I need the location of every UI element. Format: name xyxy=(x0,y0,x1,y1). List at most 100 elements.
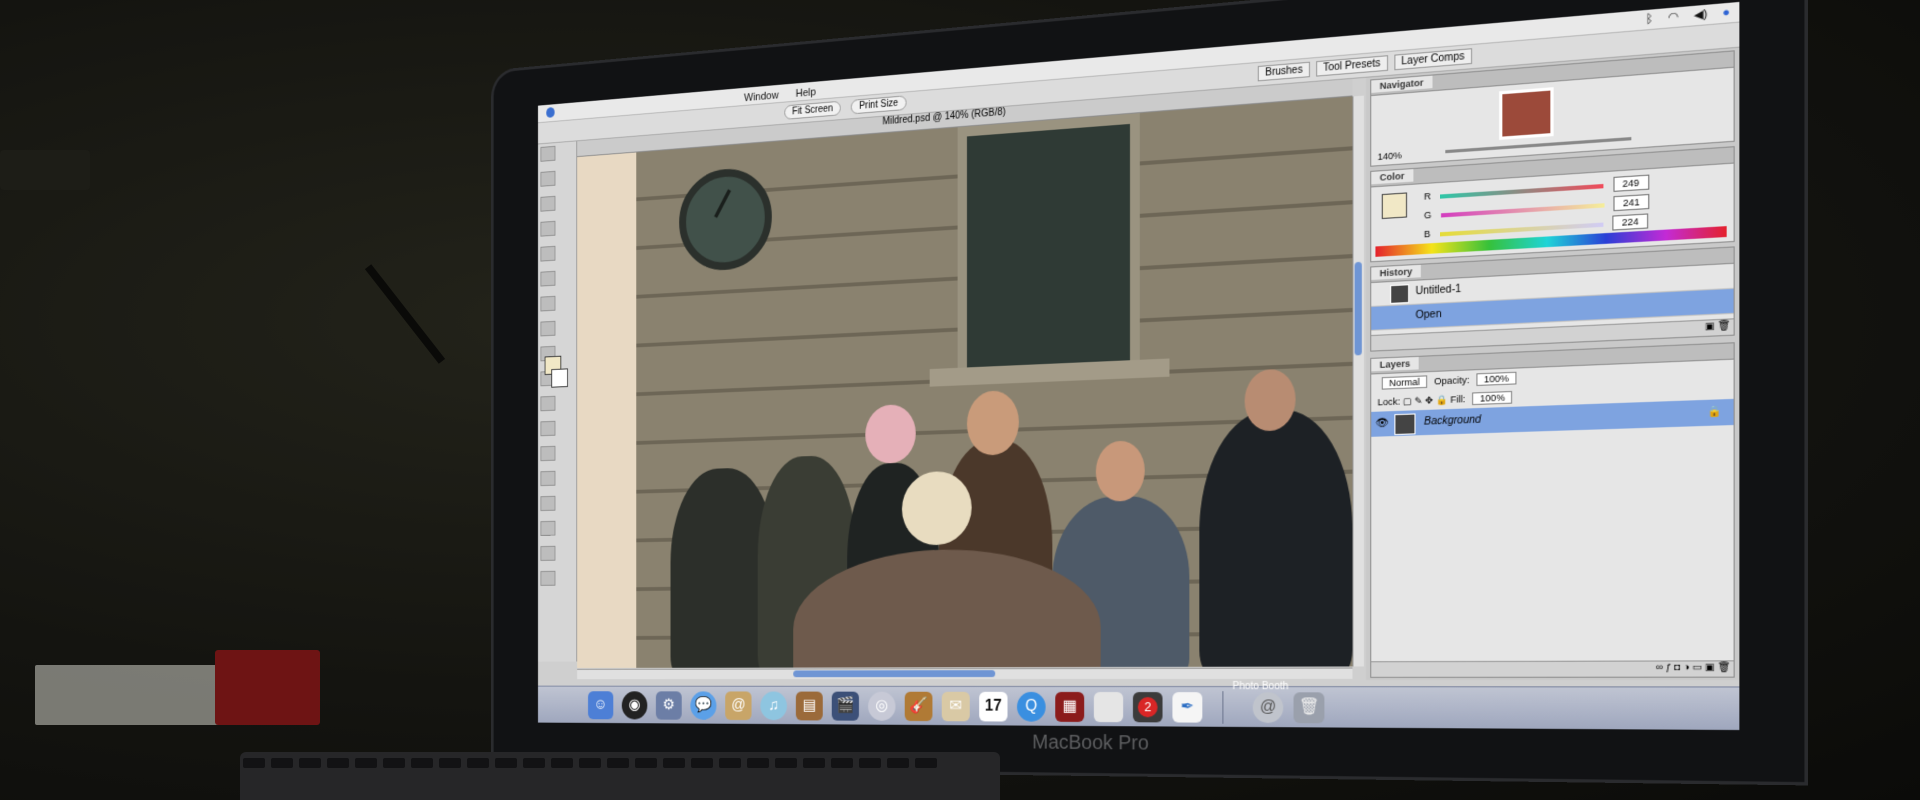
toolbox xyxy=(537,141,578,662)
finder-icon[interactable]: ☺ xyxy=(588,691,614,720)
iweb-icon[interactable]: ✉ xyxy=(941,691,970,722)
lock-label: Lock: xyxy=(1377,396,1401,408)
link-icon[interactable]: ∞ xyxy=(1656,662,1663,673)
type-tool-icon[interactable] xyxy=(540,495,556,512)
blend-mode-select[interactable]: Normal xyxy=(1381,375,1428,390)
dock: ☺ ◉ ⚙ 💬 @ ♫ ▤ 🎬 ◎ 🎸 ✉ 17 Q ▦ 2 ✒ Photo B… xyxy=(537,681,1740,731)
crop-tool-icon[interactable] xyxy=(540,245,556,262)
idvd-icon[interactable]: ◎ xyxy=(868,691,896,721)
folder-icon[interactable]: ▭ xyxy=(1692,661,1702,672)
trash-icon[interactable]: 🗑 xyxy=(1293,692,1325,724)
imovie-icon[interactable]: 🎬 xyxy=(831,691,859,721)
apple-menu-icon[interactable] xyxy=(546,107,555,118)
tab-brushes[interactable]: Brushes xyxy=(1258,61,1310,82)
background-red-object xyxy=(215,650,320,725)
photo-booth-icon[interactable]: ▦ xyxy=(1055,691,1085,722)
fill-label: Fill: xyxy=(1450,393,1466,405)
tab-layers[interactable]: Layers xyxy=(1371,356,1419,372)
system-preferences-icon[interactable]: ⚙ xyxy=(655,691,682,720)
layer-lock-icon: 🔒 xyxy=(1707,405,1723,419)
canvas-margin xyxy=(577,152,637,669)
color-g-slider[interactable] xyxy=(1440,202,1605,218)
itunes-icon[interactable]: ♫ xyxy=(760,691,787,721)
eraser-tool-icon[interactable] xyxy=(540,395,556,412)
feather-icon[interactable]: ✒ xyxy=(1172,692,1203,723)
adjustment-icon[interactable]: ◑ xyxy=(1683,661,1689,672)
new-snapshot-icon[interactable]: ▣ xyxy=(1705,320,1715,331)
wifi-icon[interactable]: ◠ xyxy=(1668,10,1679,24)
print-size-button[interactable]: Print Size xyxy=(850,95,907,115)
palette-column: Navigator 140% Color R 249 G 241 B 224 H… xyxy=(1366,47,1740,680)
navigator-zoom-slider[interactable] xyxy=(1445,137,1632,154)
shape-tool-icon[interactable] xyxy=(540,520,556,536)
quicktime-icon[interactable]: Q xyxy=(1017,691,1046,722)
zoom-tool-icon[interactable] xyxy=(540,570,556,586)
history-snapshot-icon xyxy=(1390,284,1410,304)
ical-icon[interactable]: 17 xyxy=(979,691,1008,722)
mail-icon[interactable]: @ xyxy=(1252,692,1284,724)
vertical-scroll-thumb[interactable] xyxy=(1354,261,1362,356)
tab-color[interactable]: Color xyxy=(1371,169,1413,185)
heal-tool-icon[interactable] xyxy=(540,295,556,312)
horizontal-scroll-thumb[interactable] xyxy=(793,670,996,678)
fit-screen-button[interactable]: Fit Screen xyxy=(784,100,842,120)
hand-tool-icon[interactable] xyxy=(540,545,556,561)
mask-icon[interactable]: ◘ xyxy=(1674,662,1680,673)
brush-tool-icon[interactable] xyxy=(540,320,556,337)
layers-panel: Layers Normal Opacity: 100% Lock: ▢ ✎ ✥ … xyxy=(1370,342,1735,678)
background-box xyxy=(35,665,225,725)
vertical-scrollbar[interactable] xyxy=(1352,95,1364,667)
photo-window xyxy=(957,113,1140,383)
screen: Window Help ᛒ ◠ ◀) ● Fit Screen Print Si… xyxy=(537,1,1740,731)
color-r-value[interactable]: 249 xyxy=(1612,174,1649,192)
color-panel: Color R 249 G 241 B 224 xyxy=(1370,146,1735,263)
navigator-zoom[interactable]: 140% xyxy=(1378,150,1402,162)
marquee-tool-icon[interactable] xyxy=(540,170,556,187)
trash-icon[interactable]: 🗑 xyxy=(1718,661,1734,672)
lock-icons[interactable]: ▢ ✎ ✥ 🔒 xyxy=(1403,394,1448,406)
image-canvas[interactable] xyxy=(577,96,1353,669)
pen-tool-icon[interactable] xyxy=(540,470,556,487)
color-g-label: G xyxy=(1423,209,1432,221)
color-g-value[interactable]: 241 xyxy=(1613,193,1650,212)
lasso-tool-icon[interactable] xyxy=(540,195,556,212)
background-color-swatch[interactable] xyxy=(551,368,568,388)
tab-navigator[interactable]: Navigator xyxy=(1371,75,1432,93)
new-layer-icon[interactable]: ▣ xyxy=(1705,661,1715,672)
spotlight-icon[interactable]: ● xyxy=(1722,6,1730,20)
trash-icon[interactable]: 🗑 xyxy=(1718,319,1734,331)
slice-tool-icon[interactable] xyxy=(540,270,556,287)
history-panel: History Untitled-1 Open ▣ 🗑 xyxy=(1370,246,1735,352)
keyboard xyxy=(240,752,1000,800)
layer-thumbnail xyxy=(1394,413,1416,436)
color-r-slider[interactable] xyxy=(1439,183,1604,199)
bluetooth-icon[interactable]: ᛒ xyxy=(1646,13,1653,27)
dashboard-icon[interactable]: ◉ xyxy=(621,691,648,720)
wand-tool-icon[interactable] xyxy=(540,220,556,237)
move-tool-icon[interactable] xyxy=(540,145,556,162)
navigator-thumbnail[interactable] xyxy=(1499,87,1554,140)
photo-person xyxy=(1199,407,1353,669)
apple-logo-icon[interactable] xyxy=(1093,692,1124,723)
color-fg-swatch[interactable] xyxy=(1381,192,1408,220)
layer-style-icon[interactable]: ƒ xyxy=(1666,662,1672,673)
gradient-tool-icon[interactable] xyxy=(540,420,556,437)
iphoto-icon[interactable]: ▤ xyxy=(795,691,823,721)
tab-tool-presets[interactable]: Tool Presets xyxy=(1315,55,1388,77)
background-object xyxy=(364,264,446,364)
garageband-icon[interactable]: 🎸 xyxy=(904,691,933,722)
volume-icon[interactable]: ◀) xyxy=(1694,8,1708,22)
color-b-value[interactable]: 224 xyxy=(1612,213,1649,231)
dodge-tool-icon[interactable] xyxy=(540,445,556,462)
visibility-eye-icon[interactable]: 👁 xyxy=(1375,418,1388,430)
badge-app-icon[interactable]: 2 xyxy=(1132,692,1163,723)
address-book-icon[interactable]: @ xyxy=(725,691,752,721)
history-item-label: Untitled-1 xyxy=(1415,283,1462,298)
background-shelf xyxy=(0,150,90,190)
opacity-field[interactable]: 100% xyxy=(1476,371,1517,386)
ichat-icon[interactable]: 💬 xyxy=(690,691,717,720)
fill-field[interactable]: 100% xyxy=(1472,390,1513,406)
tab-layer-comps[interactable]: Layer Comps xyxy=(1393,48,1473,71)
tab-history[interactable]: History xyxy=(1371,264,1421,280)
horizontal-scrollbar[interactable] xyxy=(577,667,1353,680)
